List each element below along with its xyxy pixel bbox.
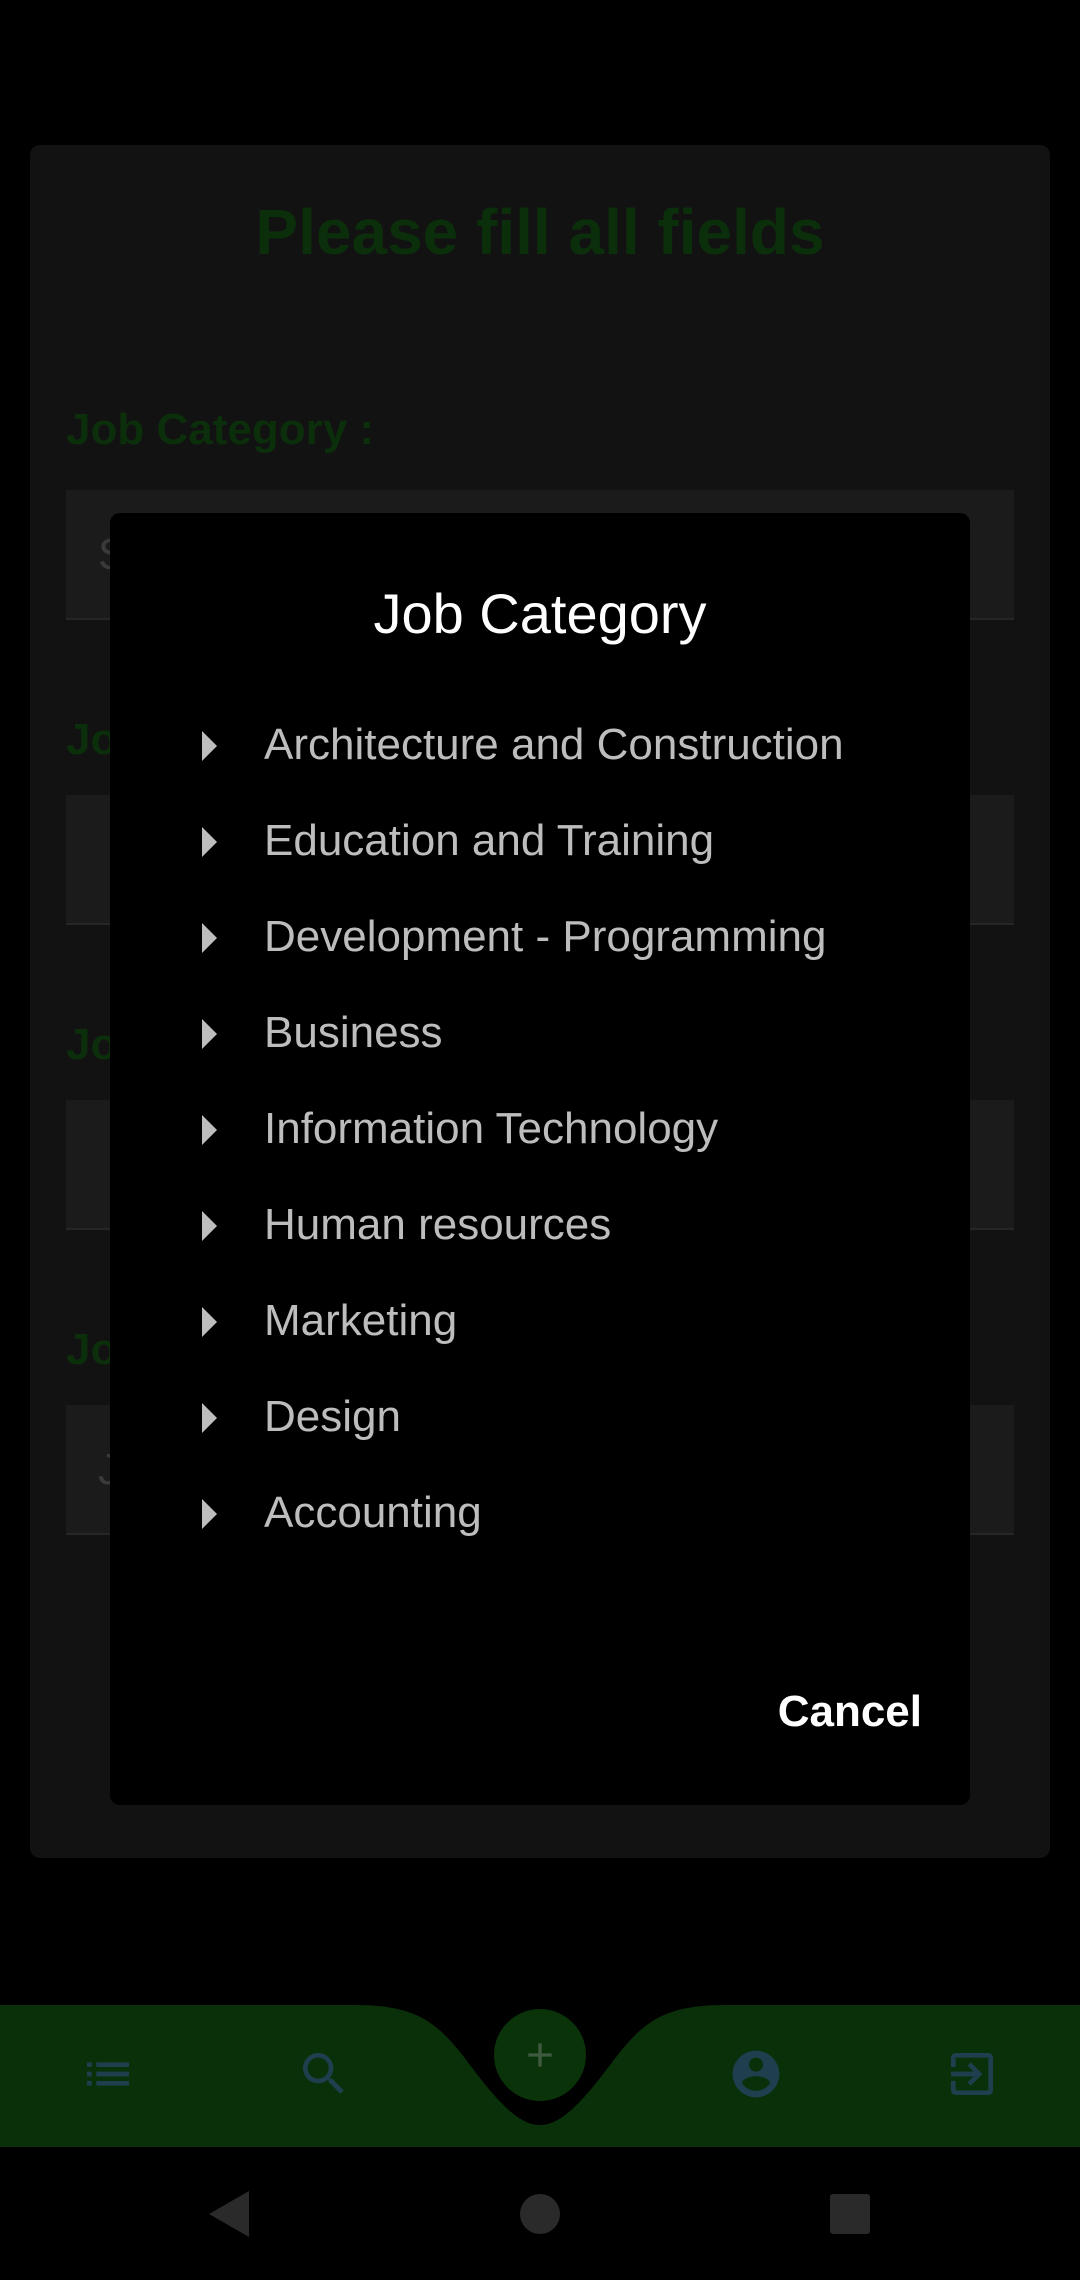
category-item-information-technology[interactable]: Information Technology xyxy=(110,1081,970,1177)
category-label: Design xyxy=(264,1392,401,1441)
expand-arrow-icon xyxy=(202,1499,217,1529)
category-list: Architecture and Construction Education … xyxy=(110,513,970,1805)
category-label: Marketing xyxy=(264,1296,458,1345)
expand-arrow-icon xyxy=(202,1211,217,1241)
home-icon[interactable] xyxy=(519,2193,561,2235)
form-title: Please fill all fields xyxy=(255,196,825,268)
list-icon[interactable] xyxy=(80,2046,136,2102)
account-icon[interactable] xyxy=(728,2046,784,2102)
category-item-education[interactable]: Education and Training xyxy=(110,793,970,889)
expand-arrow-icon xyxy=(202,731,217,761)
category-item-architecture[interactable]: Architecture and Construction xyxy=(110,697,970,793)
category-item-marketing[interactable]: Marketing xyxy=(110,1273,970,1369)
back-icon[interactable] xyxy=(205,2189,251,2239)
recents-icon[interactable] xyxy=(829,2193,871,2235)
expand-arrow-icon xyxy=(202,1019,217,1049)
category-label: Education and Training xyxy=(264,816,715,865)
category-label: Business xyxy=(264,1008,443,1057)
category-label: Accounting xyxy=(264,1488,482,1537)
category-label: Human resources xyxy=(264,1200,612,1249)
expand-arrow-icon xyxy=(202,1307,217,1337)
expand-arrow-icon xyxy=(202,827,217,857)
search-icon[interactable] xyxy=(296,2046,352,2102)
expand-arrow-icon xyxy=(202,1115,217,1145)
expand-arrow-icon xyxy=(202,923,217,953)
expand-arrow-icon xyxy=(202,1403,217,1433)
category-item-business[interactable]: Business xyxy=(110,985,970,1081)
category-label: Information Technology xyxy=(264,1104,719,1153)
category-item-accounting[interactable]: Accounting xyxy=(110,1465,970,1561)
job-category-label: Job Category : xyxy=(66,405,375,454)
category-label: Development - Programming xyxy=(264,912,827,961)
category-label: Architecture and Construction xyxy=(264,720,844,769)
add-icon xyxy=(528,2043,552,2067)
logout-icon[interactable] xyxy=(944,2046,1000,2102)
category-item-human-resources[interactable]: Human resources xyxy=(110,1177,970,1273)
system-navigation-bar xyxy=(0,2147,1080,2280)
category-item-development[interactable]: Development - Programming xyxy=(110,889,970,985)
add-button[interactable] xyxy=(494,2009,586,2101)
category-item-design[interactable]: Design xyxy=(110,1369,970,1465)
